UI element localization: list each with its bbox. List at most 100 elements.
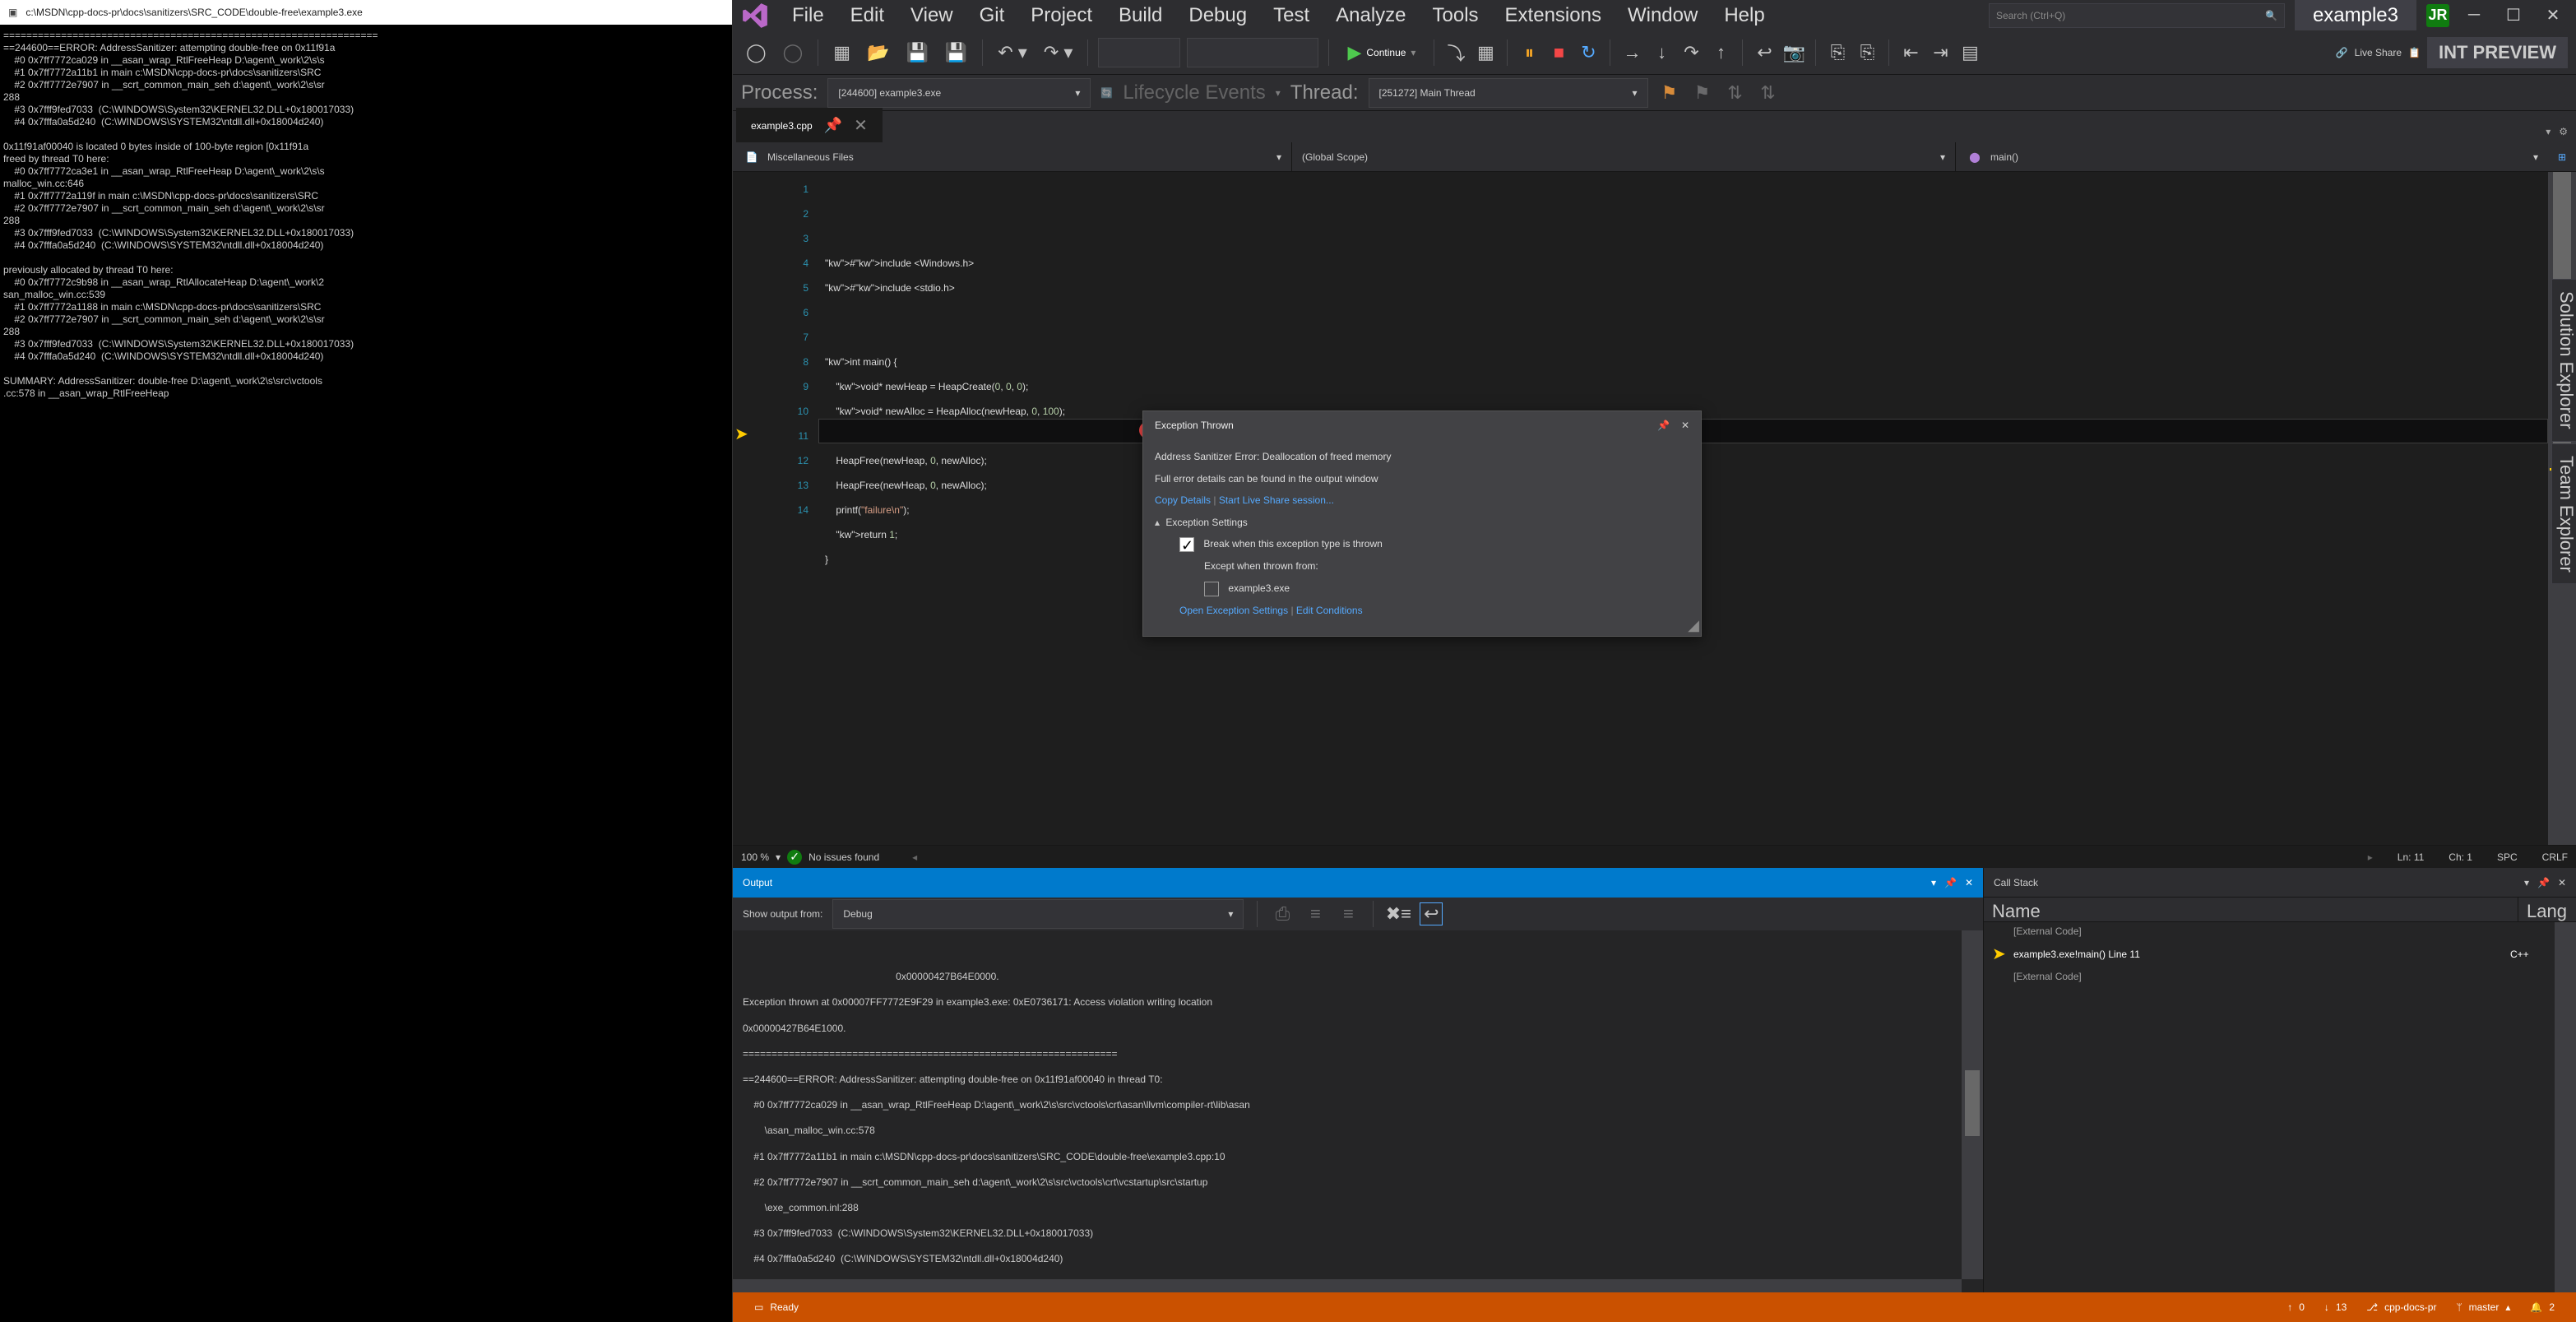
- tab-dropdown-icon[interactable]: ▾: [2546, 126, 2551, 137]
- code-line[interactable]: [825, 325, 2548, 350]
- callstack-pin-icon[interactable]: 📌: [2537, 877, 2550, 888]
- callstack-row[interactable]: [External Code]: [1984, 967, 2576, 986]
- platform-dropdown[interactable]: [1187, 38, 1318, 67]
- pull-count[interactable]: ↓13: [2314, 1301, 2356, 1313]
- undo-button[interactable]: ↶ ▾: [993, 39, 1032, 67]
- stackframe-nav-icon[interactable]: ⇅: [1724, 81, 1747, 104]
- output-close-icon[interactable]: ✕: [1965, 877, 1973, 888]
- callstack-close-icon[interactable]: ✕: [2558, 877, 2566, 888]
- console-titlebar[interactable]: ▣ c:\MSDN\cpp-docs-pr\docs\sanitizers\SR…: [0, 0, 732, 25]
- maximize-button[interactable]: ☐: [2499, 3, 2528, 28]
- callstack-col-lang[interactable]: Lang: [2518, 898, 2576, 921]
- callstack-row[interactable]: ➤example3.exe!main() Line 11C++: [1984, 940, 2576, 967]
- step-back-button[interactable]: ↩: [1753, 41, 1776, 64]
- exception-close-icon[interactable]: ✕: [1681, 420, 1689, 431]
- open-exception-settings-link[interactable]: Open Exception Settings: [1179, 605, 1288, 616]
- callstack-body[interactable]: [External Code]➤example3.exe!main() Line…: [1984, 922, 2576, 1292]
- output-tool1-icon[interactable]: ⎙: [1271, 902, 1294, 925]
- process-dropdown[interactable]: [244600] example3.exe▾: [827, 78, 1091, 108]
- line-indicator[interactable]: Ln: 11: [2398, 851, 2424, 863]
- split-editor-icon[interactable]: ⊞: [2548, 142, 2576, 171]
- menu-tools[interactable]: Tools: [1420, 0, 1492, 34]
- minimize-button[interactable]: ─: [2459, 3, 2489, 28]
- tab-settings-icon[interactable]: ⚙: [2559, 126, 2568, 137]
- nav-project-dropdown[interactable]: 📄 Miscellaneous Files▾: [733, 142, 1292, 171]
- nav-back-button[interactable]: ◯: [741, 39, 771, 67]
- menu-edit[interactable]: Edit: [837, 0, 897, 34]
- lifecycle-label[interactable]: Lifecycle Events: [1123, 81, 1265, 104]
- output-scrollbar-v[interactable]: [1962, 930, 1983, 1279]
- breakpoint-margin[interactable]: ➤: [733, 172, 753, 845]
- tool1-icon[interactable]: ⎘: [1826, 41, 1849, 64]
- open-button[interactable]: 📂: [862, 39, 894, 67]
- notifications-button[interactable]: 🔔2: [2520, 1301, 2564, 1313]
- save-all-button[interactable]: 💾: [940, 39, 972, 67]
- code-line[interactable]: "kw">#"kw">include <stdio.h>: [825, 276, 2548, 300]
- show-next-stmt-button[interactable]: →: [1620, 41, 1643, 64]
- output-source-dropdown[interactable]: Debug▾: [832, 899, 1244, 929]
- flag-icon[interactable]: ⚑: [1658, 81, 1681, 104]
- callstack-col-name[interactable]: Name: [1984, 898, 2518, 921]
- copy-details-link[interactable]: Copy Details: [1155, 494, 1211, 506]
- except-module-checkbox[interactable]: [1204, 582, 1219, 596]
- callstack-row[interactable]: [External Code]: [1984, 922, 2576, 940]
- menu-help[interactable]: Help: [1711, 0, 1777, 34]
- step-out-button[interactable]: ↑: [1709, 41, 1732, 64]
- menu-build[interactable]: Build: [1105, 0, 1175, 34]
- menu-analyze[interactable]: Analyze: [1323, 0, 1419, 34]
- start-liveshare-link[interactable]: Start Live Share session...: [1219, 494, 1334, 506]
- continue-button[interactable]: ▶ Continue ▾: [1339, 39, 1424, 67]
- push-count[interactable]: ↑0: [2277, 1301, 2314, 1313]
- branch-indicator[interactable]: ᛘmaster▴: [2446, 1301, 2520, 1313]
- stop-debug-button[interactable]: ■: [1547, 41, 1570, 64]
- stackframe-nav2-icon[interactable]: ⇅: [1757, 81, 1780, 104]
- pin-icon[interactable]: 📌: [824, 117, 842, 134]
- restart-button[interactable]: ↻: [1577, 41, 1600, 64]
- menu-extensions[interactable]: Extensions: [1492, 0, 1615, 34]
- zoom-level[interactable]: 100 %: [741, 851, 769, 863]
- search-input[interactable]: Search (Ctrl+Q) 🔍: [1989, 3, 2285, 28]
- edit-conditions-link[interactable]: Edit Conditions: [1296, 605, 1363, 616]
- code-line[interactable]: "kw">#"kw">include <Windows.h>: [825, 251, 2548, 276]
- code-line[interactable]: "kw">int main() {: [825, 350, 2548, 374]
- new-item-button[interactable]: ▦: [828, 39, 855, 67]
- repo-indicator[interactable]: ⎇cpp-docs-pr: [2356, 1301, 2446, 1313]
- user-avatar[interactable]: JR: [2426, 4, 2449, 27]
- indent-less-icon[interactable]: ⇤: [1899, 41, 1922, 64]
- show-threads-icon[interactable]: ▦: [1474, 41, 1497, 64]
- break-all-button[interactable]: ⏸: [1517, 41, 1541, 64]
- close-button[interactable]: ✕: [2538, 3, 2568, 28]
- save-button[interactable]: 💾: [901, 39, 933, 67]
- step-into-current-icon[interactable]: ⤵: [1444, 41, 1467, 64]
- callstack-dropdown-icon[interactable]: ▾: [2524, 877, 2529, 888]
- nav-scope-dropdown[interactable]: (Global Scope)▾: [1292, 142, 1956, 171]
- menu-window[interactable]: Window: [1615, 0, 1711, 34]
- tool2-icon[interactable]: ⎘: [1856, 41, 1879, 64]
- config-dropdown[interactable]: [1098, 38, 1180, 67]
- close-tab-icon[interactable]: ✕: [854, 115, 868, 136]
- menu-view[interactable]: View: [897, 0, 966, 34]
- step-into-button[interactable]: ↓: [1650, 41, 1673, 64]
- code-editor[interactable]: ➤ 1234567891011121314 "kw">#"kw">include…: [733, 172, 2576, 845]
- menu-file[interactable]: File: [779, 0, 837, 34]
- output-dropdown-icon[interactable]: ▾: [1931, 877, 1936, 888]
- expand-icon[interactable]: ▴: [1155, 517, 1160, 528]
- menu-debug[interactable]: Debug: [1175, 0, 1260, 34]
- output-scrollbar-h[interactable]: [733, 1279, 1962, 1292]
- step-over-button[interactable]: ↷: [1679, 41, 1703, 64]
- nav-function-dropdown[interactable]: ⬤ main()▾: [1956, 142, 2548, 171]
- thread-dropdown[interactable]: [251272] Main Thread▾: [1369, 78, 1648, 108]
- break-checkbox[interactable]: [1179, 537, 1194, 552]
- clear-output-icon[interactable]: ✖≡: [1387, 902, 1410, 925]
- output-pin-icon[interactable]: 📌: [1944, 877, 1957, 888]
- snapshot-icon[interactable]: 📷: [1782, 41, 1805, 64]
- nav-fwd-button[interactable]: ◯: [778, 39, 808, 67]
- menu-project[interactable]: Project: [1017, 0, 1105, 34]
- flag2-icon[interactable]: ⚑: [1691, 81, 1714, 104]
- output-tool3-icon[interactable]: ≡: [1337, 902, 1360, 925]
- wrap-output-icon[interactable]: ↩: [1420, 902, 1443, 925]
- indent-more-icon[interactable]: ⇥: [1929, 41, 1952, 64]
- code-line[interactable]: "kw">void* newHeap = HeapCreate(0, 0, 0)…: [825, 374, 2548, 399]
- console-output[interactable]: ========================================…: [0, 25, 732, 405]
- menu-git[interactable]: Git: [966, 0, 1018, 34]
